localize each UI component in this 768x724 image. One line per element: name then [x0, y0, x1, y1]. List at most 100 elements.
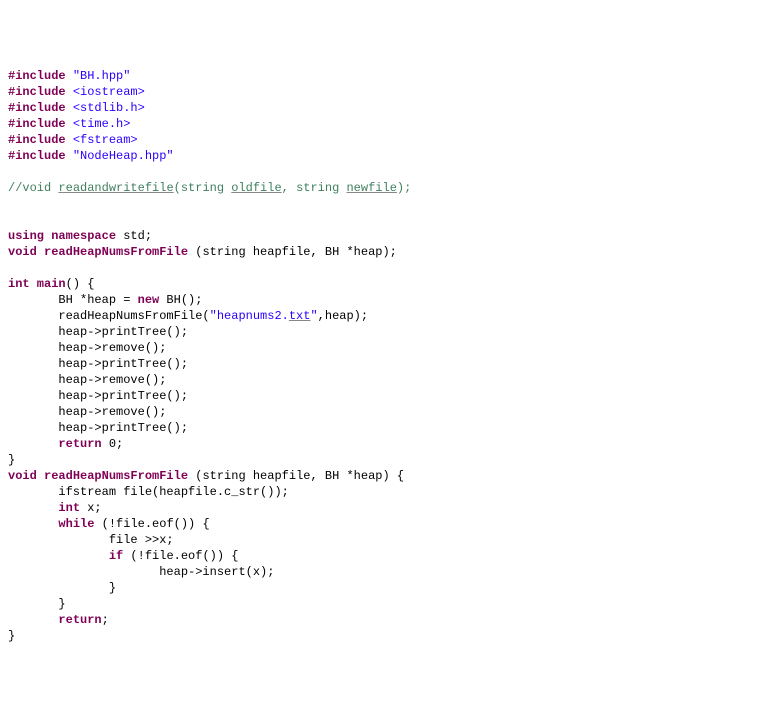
code-line[interactable]: if (!file.eof()) { [8, 548, 760, 564]
code-line[interactable]: int main() { [8, 276, 760, 292]
keyword: return [58, 437, 101, 451]
keyword: void [8, 469, 37, 483]
string: " [310, 309, 317, 323]
token [8, 549, 109, 563]
token: heap->printTree(); [8, 357, 188, 371]
token: (!file.eof()) { [94, 517, 209, 531]
code-line[interactable]: heap->remove(); [8, 404, 760, 420]
code-line[interactable]: } [8, 580, 760, 596]
keyword-include: #include [8, 85, 66, 99]
token: (string heapfile, BH *heap) { [188, 469, 404, 483]
token: ,heap); [318, 309, 368, 323]
code-line[interactable]: #include <fstream> [8, 132, 760, 148]
token: } [8, 453, 15, 467]
string: txt [289, 309, 311, 323]
code-line[interactable]: file >>x; [8, 532, 760, 548]
blank-line [8, 212, 760, 228]
code-line[interactable]: heap->remove(); [8, 340, 760, 356]
code-line[interactable]: heap->remove(); [8, 372, 760, 388]
code-line[interactable]: } [8, 452, 760, 468]
token: heap->printTree(); [8, 389, 188, 403]
token: heap->printTree(); [8, 325, 188, 339]
comment: //void [8, 181, 58, 195]
include-path: "BH.hpp" [73, 69, 131, 83]
code-line[interactable]: void readHeapNumsFromFile (string heapfi… [8, 468, 760, 484]
code-line[interactable]: #include "BH.hpp" [8, 68, 760, 84]
token [66, 149, 73, 163]
code-line[interactable]: while (!file.eof()) { [8, 516, 760, 532]
token: } [8, 629, 15, 643]
code-line[interactable]: heap->printTree(); [8, 388, 760, 404]
keyword-include: #include [8, 133, 66, 147]
code-line[interactable]: #include <stdlib.h> [8, 100, 760, 116]
token: 0; [102, 437, 124, 451]
include-path: <iostream> [73, 85, 145, 99]
code-line[interactable]: #include <time.h> [8, 116, 760, 132]
code-line[interactable]: heap->printTree(); [8, 420, 760, 436]
code-line[interactable]: heap->printTree(); [8, 356, 760, 372]
keyword: void [8, 245, 37, 259]
token [8, 517, 58, 531]
code-line[interactable]: void readHeapNumsFromFile (string heapfi… [8, 244, 760, 260]
comment: readandwritefile [58, 181, 173, 195]
token: x; [80, 501, 102, 515]
code-line[interactable]: using namespace std; [8, 228, 760, 244]
keyword: namespace [51, 229, 116, 243]
blank-line [8, 260, 760, 276]
code-line[interactable]: //void readandwritefile(string oldfile, … [8, 180, 760, 196]
include-path: <stdlib.h> [73, 101, 145, 115]
code-line[interactable]: readHeapNumsFromFile("heapnums2.txt",hea… [8, 308, 760, 324]
token [8, 613, 58, 627]
comment: ); [397, 181, 411, 195]
token: BH *heap = [8, 293, 138, 307]
token [66, 133, 73, 147]
code-line[interactable]: heap->printTree(); [8, 324, 760, 340]
code-line[interactable]: int x; [8, 500, 760, 516]
keyword-include: #include [8, 69, 66, 83]
keyword-include: #include [8, 149, 66, 163]
token: () { [66, 277, 95, 291]
include-path: <fstream> [73, 133, 138, 147]
comment: newfile [346, 181, 396, 195]
token: std; [116, 229, 152, 243]
token [8, 501, 58, 515]
token: BH(); [159, 293, 202, 307]
comment: (string [174, 181, 232, 195]
fn-name: main [30, 277, 66, 291]
code-line[interactable]: ifstream file(heapfile.c_str()); [8, 484, 760, 500]
keyword: return [58, 613, 101, 627]
token [66, 69, 73, 83]
token [66, 85, 73, 99]
token: } [8, 581, 116, 595]
code-line[interactable]: #include <iostream> [8, 84, 760, 100]
code-line[interactable]: } [8, 596, 760, 612]
token [8, 437, 58, 451]
include-path: "NodeHeap.hpp" [73, 149, 174, 163]
code-line[interactable]: } [8, 628, 760, 644]
token: (string heapfile, BH *heap); [188, 245, 397, 259]
comment: , string [282, 181, 347, 195]
token: heap->printTree(); [8, 421, 188, 435]
token: heap->remove(); [8, 341, 166, 355]
code-line[interactable]: return; [8, 612, 760, 628]
token: heap->remove(); [8, 405, 166, 419]
token [66, 117, 73, 131]
code-line[interactable]: heap->insert(x); [8, 564, 760, 580]
token: (!file.eof()) { [123, 549, 238, 563]
token: heap->remove(); [8, 373, 166, 387]
token: ; [102, 613, 109, 627]
fn-name: readHeapNumsFromFile [37, 469, 188, 483]
token: heap->insert(x); [8, 565, 274, 579]
code-line[interactable]: BH *heap = new BH(); [8, 292, 760, 308]
keyword: int [8, 277, 30, 291]
code-line[interactable]: return 0; [8, 436, 760, 452]
include-path: <time.h> [73, 117, 131, 131]
keyword-include: #include [8, 101, 66, 115]
token [66, 101, 73, 115]
code-editor[interactable]: #include "BH.hpp"#include <iostream>#inc… [8, 68, 760, 644]
token: readHeapNumsFromFile( [8, 309, 210, 323]
blank-line [8, 164, 760, 180]
blank-line [8, 196, 760, 212]
code-line[interactable]: #include "NodeHeap.hpp" [8, 148, 760, 164]
keyword: using [8, 229, 44, 243]
